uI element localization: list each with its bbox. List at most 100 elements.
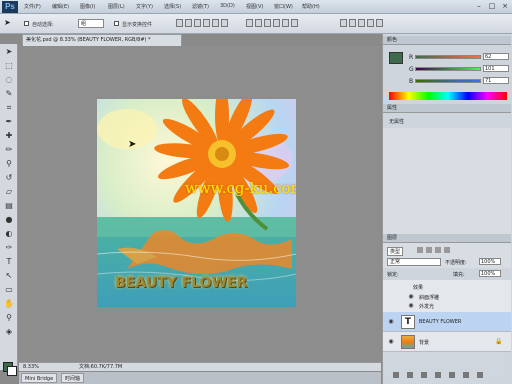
- fx-icon[interactable]: [407, 372, 413, 378]
- menu-edit[interactable]: 编辑(E): [52, 3, 69, 10]
- 3d-rotate-icon[interactable]: [340, 19, 347, 27]
- document-image[interactable]: www.cg-ku.com BEAUTY FLOWER: [97, 99, 296, 307]
- brush-tool-icon[interactable]: ✏: [3, 144, 15, 156]
- move-tool-icon[interactable]: ➤: [4, 18, 11, 27]
- pixel-filter-icon[interactable]: [417, 247, 423, 253]
- menu-filter[interactable]: 滤镜(T): [192, 3, 209, 10]
- b-slider[interactable]: [415, 79, 481, 83]
- transform-controls-checkbox[interactable]: [114, 21, 119, 26]
- auto-select-dropdown[interactable]: 组: [78, 19, 104, 28]
- path-select-tool-icon[interactable]: ↖: [3, 270, 15, 282]
- visibility-eye-icon[interactable]: ◉: [387, 318, 395, 326]
- tab-timeline[interactable]: 时间轴: [61, 373, 85, 383]
- menu-layer[interactable]: 图层(L): [108, 3, 125, 10]
- layer-filter-kind[interactable]: 类型: [387, 247, 404, 256]
- align-vcenter-icon[interactable]: [185, 19, 192, 27]
- type-filter-icon[interactable]: [435, 247, 441, 253]
- effect-outer-glow[interactable]: 外发光: [419, 303, 434, 310]
- distribute-left-icon[interactable]: [273, 19, 280, 27]
- zoom-tool-icon[interactable]: ⚲: [3, 312, 15, 324]
- minimize-icon[interactable]: –: [474, 2, 484, 11]
- auto-select-checkbox[interactable]: [24, 21, 29, 26]
- eyedropper-tool-icon[interactable]: ✒: [3, 116, 15, 128]
- g-slider[interactable]: [415, 67, 481, 71]
- g-value-field[interactable]: 101: [483, 65, 509, 72]
- menu-select[interactable]: 选择(S): [164, 3, 181, 10]
- blur-tool-icon[interactable]: ●: [3, 214, 15, 226]
- distribute-hcenter-icon[interactable]: [282, 19, 289, 27]
- adjustment-icon[interactable]: [435, 372, 441, 378]
- menu-image[interactable]: 图像(I): [80, 3, 95, 10]
- link-layers-icon[interactable]: [393, 372, 399, 378]
- align-right-icon[interactable]: [221, 19, 228, 27]
- healing-brush-tool-icon[interactable]: ✚: [3, 130, 15, 142]
- effect-visibility-icon[interactable]: ◉: [407, 302, 415, 310]
- tab-mini-bridge[interactable]: Mini Bridge: [21, 373, 58, 383]
- beauty-flower-text[interactable]: BEAUTY FLOWER: [115, 275, 247, 291]
- gradient-tool-icon[interactable]: ▤: [3, 200, 15, 212]
- shape-filter-icon[interactable]: [444, 247, 450, 253]
- dodge-tool-icon[interactable]: ◐: [3, 228, 15, 240]
- background-color-swatch[interactable]: [7, 366, 17, 376]
- menu-file[interactable]: 文件(F): [24, 3, 41, 10]
- move-tool-icon[interactable]: ➤: [3, 46, 15, 58]
- maximize-icon[interactable]: □: [487, 2, 497, 11]
- distribute-right-icon[interactable]: [291, 19, 298, 27]
- close-icon[interactable]: ×: [500, 2, 510, 11]
- opacity-field[interactable]: 100%: [479, 258, 501, 265]
- adjustment-filter-icon[interactable]: [426, 247, 432, 253]
- layer-row-background[interactable]: ◉ 背景 🔒: [383, 332, 511, 352]
- history-brush-tool-icon[interactable]: ↺: [3, 172, 15, 184]
- crop-tool-icon[interactable]: ⌗: [3, 102, 15, 114]
- background-layer-name[interactable]: 背景: [419, 339, 429, 346]
- 3d-roll-icon[interactable]: [349, 19, 356, 27]
- r-value-field[interactable]: 62: [483, 53, 509, 60]
- mask-icon[interactable]: [421, 372, 427, 378]
- eraser-tool-icon[interactable]: ▱: [3, 186, 15, 198]
- type-tool-icon[interactable]: T: [3, 256, 15, 268]
- b-value-field[interactable]: 71: [483, 77, 509, 84]
- effect-visibility-icon[interactable]: ◉: [407, 293, 415, 301]
- distribute-vcenter-icon[interactable]: [255, 19, 262, 27]
- align-top-icon[interactable]: [176, 19, 183, 27]
- align-bottom-icon[interactable]: [194, 19, 201, 27]
- align-hcenter-icon[interactable]: [212, 19, 219, 27]
- distribute-top-icon[interactable]: [246, 19, 253, 27]
- menu-help[interactable]: 帮助(H): [302, 3, 320, 10]
- text-layer-name[interactable]: BEAUTY FLOWER: [419, 319, 461, 325]
- folder-icon[interactable]: [449, 372, 455, 378]
- marquee-tool-icon[interactable]: ⬚: [3, 60, 15, 72]
- menu-view[interactable]: 视图(V): [246, 3, 263, 10]
- zoom-level[interactable]: 8.33%: [23, 363, 39, 371]
- clone-stamp-tool-icon[interactable]: ⚲: [3, 158, 15, 170]
- menu-3d[interactable]: 3D(D): [220, 3, 235, 9]
- distribute-bottom-icon[interactable]: [264, 19, 271, 27]
- effects-label[interactable]: 效果: [413, 284, 423, 291]
- tab-properties[interactable]: 属性: [383, 104, 511, 113]
- fill-field[interactable]: 100%: [479, 270, 501, 277]
- 3d-slide-icon[interactable]: [367, 19, 374, 27]
- effect-bevel[interactable]: 斜面浮雕: [419, 294, 439, 301]
- tab-color[interactable]: 颜色: [383, 36, 511, 45]
- menu-type[interactable]: 文字(Y): [136, 3, 153, 10]
- layer-row-text[interactable]: ◉ T BEAUTY FLOWER: [383, 312, 511, 332]
- tab-layers[interactable]: 图层: [383, 234, 511, 243]
- blend-mode-dropdown[interactable]: 正常: [387, 258, 441, 266]
- shape-tool-icon[interactable]: ▭: [3, 284, 15, 296]
- lasso-tool-icon[interactable]: ◌: [3, 74, 15, 86]
- hand-tool-icon[interactable]: ✋: [3, 298, 15, 310]
- document-tab[interactable]: 美化花.psd @ 8.33% (BEAUTY FLOWER, RGB/8#) …: [22, 34, 182, 46]
- pen-tool-icon[interactable]: ✑: [3, 242, 15, 254]
- 3d-tool-icon[interactable]: ◈: [3, 326, 15, 338]
- visibility-eye-icon[interactable]: ◉: [387, 338, 395, 346]
- 3d-pan-icon[interactable]: [358, 19, 365, 27]
- align-left-icon[interactable]: [203, 19, 210, 27]
- trash-icon[interactable]: [477, 372, 483, 378]
- color-ramp[interactable]: [389, 92, 507, 100]
- quick-select-tool-icon[interactable]: ✎: [3, 88, 15, 100]
- color-fg-swatch[interactable]: [389, 52, 403, 64]
- 3d-scale-icon[interactable]: [376, 19, 383, 27]
- menu-window[interactable]: 窗口(W): [274, 3, 293, 10]
- r-slider[interactable]: [415, 55, 481, 59]
- new-layer-icon[interactable]: [463, 372, 469, 378]
